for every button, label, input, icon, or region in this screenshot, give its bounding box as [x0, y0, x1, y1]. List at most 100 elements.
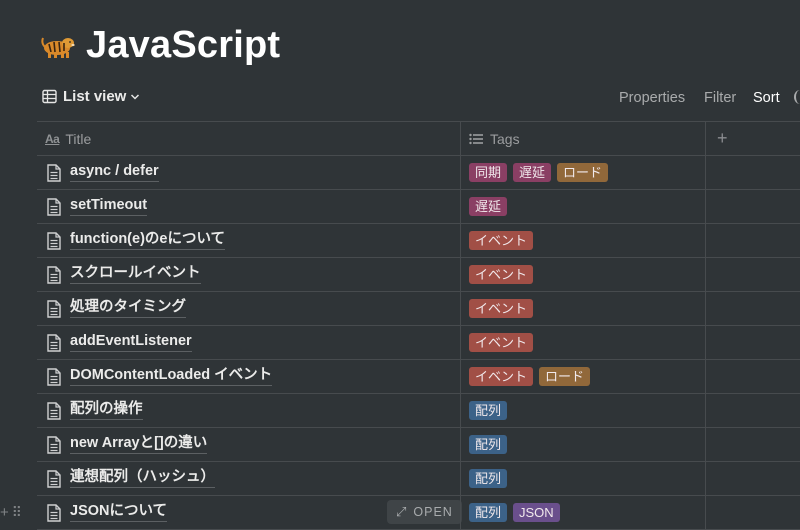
title-cell[interactable]: スクロールイベント [37, 258, 460, 291]
tags-cell[interactable]: 同期 遅延 ロード [460, 156, 705, 189]
empty-cell[interactable] [705, 462, 800, 495]
empty-cell[interactable] [705, 258, 800, 291]
tag-badge: イベント [469, 231, 534, 250]
tag-badge: JSON [513, 503, 560, 522]
page-icon [47, 435, 61, 454]
row-title[interactable]: function(e)のeについて [70, 231, 226, 250]
open-label: OPEN [413, 505, 453, 519]
tag-badge: 同期 [469, 163, 508, 182]
table-icon [42, 89, 57, 104]
row-title[interactable]: setTimeout [70, 197, 148, 216]
table-row[interactable]: 連想配列（ハッシュ） 配列 [37, 462, 800, 496]
tags-cell[interactable]: 遅延 [460, 190, 705, 223]
view-selector[interactable]: List view [42, 88, 140, 105]
drag-handle-icon[interactable]: ⠿ [12, 504, 22, 521]
properties-button[interactable]: Properties [619, 90, 685, 106]
page-icon [47, 367, 61, 386]
title-cell[interactable]: 配列の操作 [37, 394, 460, 427]
column-header-label: Title [65, 130, 92, 147]
empty-cell[interactable] [705, 156, 800, 189]
table-row[interactable]: DOMContentLoaded イベント イベント ロード [37, 360, 800, 394]
tags-cell[interactable]: イベント [460, 224, 705, 257]
column-header-tags[interactable]: Tags [460, 122, 705, 155]
tags-cell[interactable]: 配列 JSON [460, 496, 705, 529]
open-button[interactable]: ⤢ OPEN [387, 500, 462, 524]
row-title[interactable]: 連想配列（ハッシュ） [70, 469, 215, 488]
title-cell[interactable]: setTimeout [37, 190, 460, 223]
tag-badge: 配列 [469, 401, 508, 420]
page-icon [47, 265, 61, 284]
row-title[interactable]: 配列の操作 [70, 401, 143, 420]
empty-cell[interactable] [705, 292, 800, 325]
tag-badge: イベント [469, 367, 534, 386]
tag-badge: 配列 [469, 503, 508, 522]
table-row[interactable]: JSONについて + ⠿ ⤢ OPEN 配列 JSON [0, 496, 800, 530]
tags-cell[interactable]: 配列 [460, 462, 705, 495]
add-column-button[interactable]: + [705, 122, 800, 155]
empty-cell[interactable] [705, 428, 800, 461]
open-arrow-icon: ⤢ [396, 504, 408, 519]
tags-cell[interactable]: 配列 [460, 428, 705, 461]
page-icon [47, 333, 61, 352]
row-title[interactable]: JSONについて [70, 503, 168, 522]
tags-cell[interactable]: イベント [460, 292, 705, 325]
list-icon [469, 133, 483, 144]
tag-badge: 遅延 [469, 197, 508, 216]
row-title[interactable]: スクロールイベント [70, 265, 201, 284]
empty-cell[interactable] [705, 496, 800, 529]
table-header: Aa Title Tags + [37, 121, 800, 156]
row-title[interactable]: async / defer [70, 163, 159, 182]
title-cell[interactable]: new Arrayと[]の違い [37, 428, 460, 461]
text-aa-icon: Aa [45, 131, 60, 146]
empty-cell[interactable] [705, 326, 800, 359]
table-row[interactable]: setTimeout 遅延 [37, 190, 800, 224]
tag-badge: イベント [469, 333, 534, 352]
row-title[interactable]: 処理のタイミング [70, 299, 186, 318]
title-cell[interactable]: addEventListener [37, 326, 460, 359]
tag-badge: 配列 [469, 435, 508, 454]
table-row[interactable]: async / defer 同期 遅延 ロード [37, 156, 800, 190]
table-row[interactable]: 処理のタイミング イベント [37, 292, 800, 326]
empty-cell[interactable] [705, 394, 800, 427]
page-icon [47, 503, 61, 522]
empty-cell[interactable] [705, 224, 800, 257]
title-cell[interactable]: DOMContentLoaded イベント [37, 360, 460, 393]
page-icon [47, 163, 61, 182]
sort-button[interactable]: Sort [753, 90, 780, 106]
table-row[interactable]: addEventListener イベント [37, 326, 800, 360]
page-title: JavaScript [86, 23, 281, 66]
page-icon [47, 401, 61, 420]
title-cell[interactable]: 処理のタイミング [37, 292, 460, 325]
plus-icon: + [717, 128, 728, 148]
table-row[interactable]: 配列の操作 配列 [37, 394, 800, 428]
tags-cell[interactable]: イベント [460, 326, 705, 359]
column-header-title[interactable]: Aa Title [37, 122, 460, 155]
table-row[interactable]: スクロールイベント イベント [37, 258, 800, 292]
search-icon[interactable] [794, 90, 800, 104]
row-title[interactable]: new Arrayと[]の違い [70, 435, 208, 454]
tag-badge: ロード [557, 163, 609, 182]
page-icon [47, 299, 61, 318]
filter-button[interactable]: Filter [704, 90, 736, 106]
add-row-icon[interactable]: + [0, 504, 9, 521]
view-label: List view [63, 88, 127, 105]
tag-badge: イベント [469, 265, 534, 284]
title-cell[interactable]: 連想配列（ハッシュ） [37, 462, 460, 495]
row-title[interactable]: addEventListener [70, 333, 192, 352]
database-toolbar: List view Properties Filter Sort [0, 82, 800, 114]
empty-cell[interactable] [705, 360, 800, 393]
table-row[interactable]: function(e)のeについて イベント [37, 224, 800, 258]
table-row[interactable]: new Arrayと[]の違い 配列 [37, 428, 800, 462]
title-cell[interactable]: JSONについて + ⠿ ⤢ OPEN [0, 496, 462, 529]
title-cell[interactable]: async / defer [37, 156, 460, 189]
tags-cell[interactable]: 配列 [460, 394, 705, 427]
tiger-icon [41, 37, 75, 58]
tag-badge: ロード [539, 367, 591, 386]
tags-cell[interactable]: イベント ロード [460, 360, 705, 393]
tag-badge: イベント [469, 299, 534, 318]
tag-badge: 配列 [469, 469, 508, 488]
row-title[interactable]: DOMContentLoaded イベント [70, 367, 273, 386]
tags-cell[interactable]: イベント [460, 258, 705, 291]
empty-cell[interactable] [705, 190, 800, 223]
title-cell[interactable]: function(e)のeについて [37, 224, 460, 257]
